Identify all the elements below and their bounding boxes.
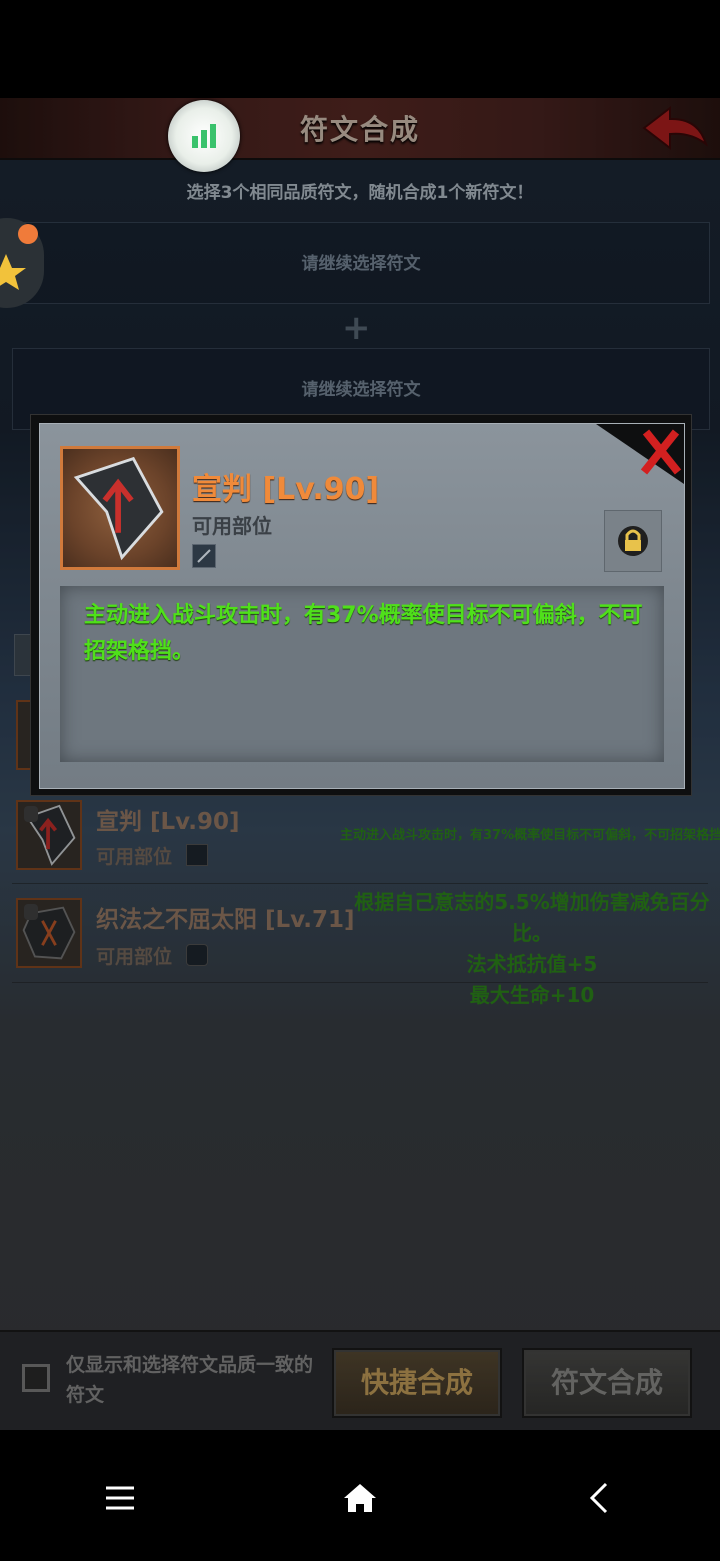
slot-type-icon [192,544,216,568]
floating-star-button[interactable] [0,218,44,308]
dialog-panel: 宣判 [Lv.90] 可用部位 主动进入战斗攻击时，有37%概率使目标不可偏斜，… [39,423,685,789]
back-chevron-icon[interactable] [570,1468,630,1528]
padlock-icon [618,526,648,556]
stats-bubble-icon[interactable] [168,100,240,172]
system-nav-bar [0,1430,720,1561]
rune-name: 宣判 [Lv.90] [192,472,380,507]
home-icon[interactable] [330,1468,390,1528]
menu-icon[interactable] [90,1468,150,1528]
rune-description: 主动进入战斗攻击时，有37%概率使目标不可偏斜，不可招架格挡。 [84,603,643,664]
arrow-rune-icon [60,446,180,570]
description-box: 主动进入战斗攻击时，有37%概率使目标不可偏斜，不可招架格挡。 [60,586,664,762]
lock-toggle[interactable] [604,510,662,572]
red-x-icon[interactable] [596,424,684,484]
rune-detail-dialog: 宣判 [Lv.90] 可用部位 主动进入战斗攻击时，有37%概率使目标不可偏斜，… [30,414,692,796]
rune-sub-label: 可用部位 [192,514,272,538]
